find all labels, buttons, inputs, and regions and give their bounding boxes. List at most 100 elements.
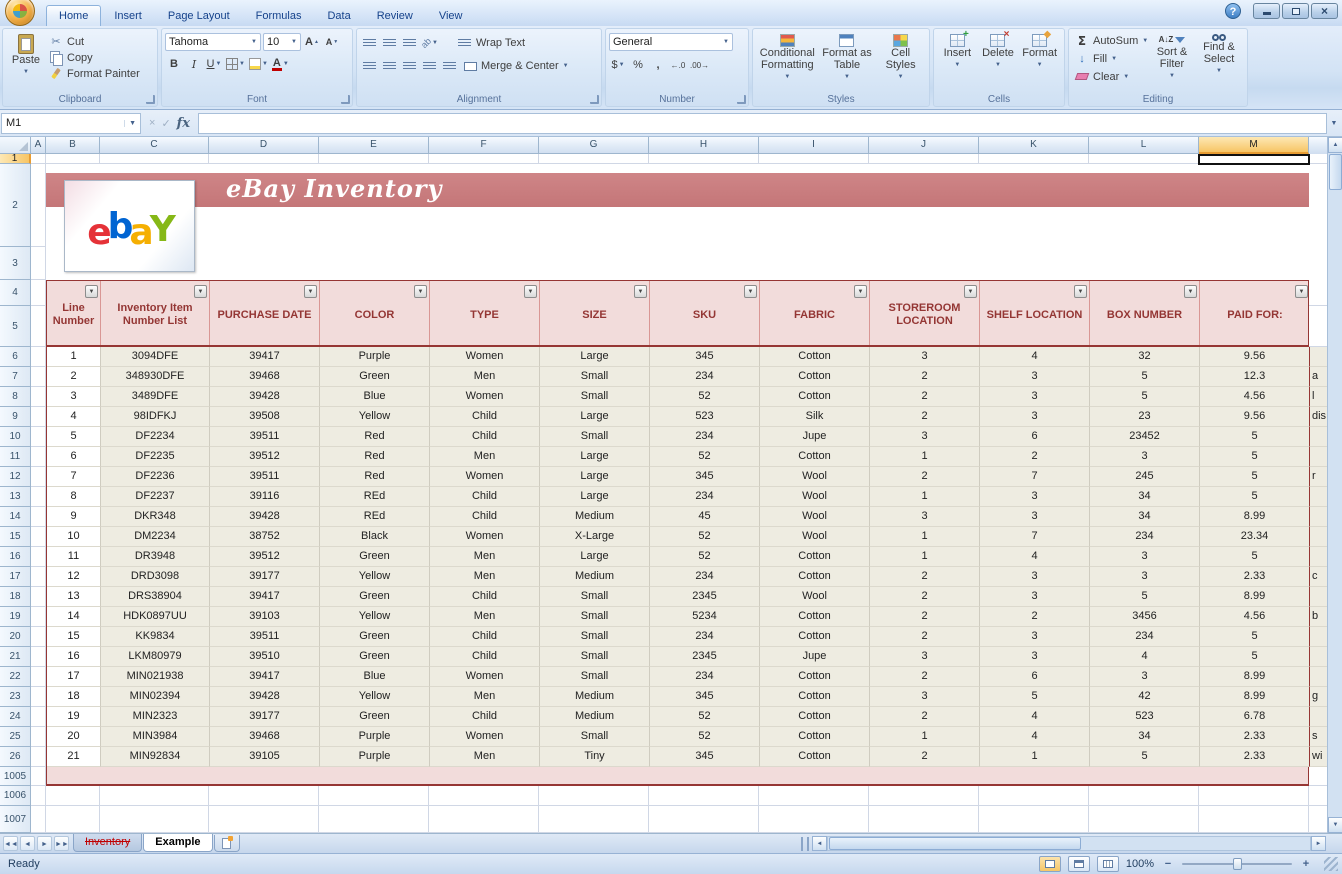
- ribbon-tab-page-layout[interactable]: Page Layout: [155, 6, 243, 26]
- shrink-font-button[interactable]: A▼: [323, 33, 341, 51]
- cell[interactable]: 10: [47, 527, 101, 547]
- row-header-5[interactable]: 5: [0, 306, 31, 347]
- cell[interactable]: 12: [47, 567, 101, 587]
- filter-dropdown-icon[interactable]: ▼: [304, 285, 317, 298]
- cell[interactable]: 234: [650, 567, 760, 587]
- cell[interactable]: 5: [1200, 447, 1310, 467]
- cell[interactable]: LKM80979: [101, 647, 210, 667]
- cell[interactable]: Red: [320, 427, 430, 447]
- cell[interactable]: 18: [47, 687, 101, 707]
- cell[interactable]: 234: [1090, 527, 1200, 547]
- vertical-scrollbar[interactable]: ▲ ▼: [1327, 137, 1342, 833]
- cell[interactable]: DF2237: [101, 487, 210, 507]
- row-header-17[interactable]: 17: [0, 567, 31, 587]
- cell[interactable]: Blue: [320, 667, 430, 687]
- selected-cell-m1[interactable]: [1198, 154, 1310, 165]
- cell[interactable]: 2.33: [1200, 747, 1310, 767]
- cell[interactable]: Green: [320, 647, 430, 667]
- cell[interactable]: Cotton: [760, 727, 870, 747]
- row-header-9[interactable]: 9: [0, 407, 31, 427]
- cell[interactable]: 17: [47, 667, 101, 687]
- cell[interactable]: 3: [870, 687, 980, 707]
- row-header-15[interactable]: 15: [0, 527, 31, 547]
- row-header-23[interactable]: 23: [0, 687, 31, 707]
- cell-note-overflow[interactable]: g: [1310, 687, 1327, 707]
- cell[interactable]: 3: [1090, 447, 1200, 467]
- cell[interactable]: Black: [320, 527, 430, 547]
- cell-note-overflow[interactable]: [1310, 707, 1327, 727]
- cell[interactable]: 98IDFKJ: [101, 407, 210, 427]
- row-header-7[interactable]: 7: [0, 367, 31, 387]
- cell[interactable]: 2.33: [1200, 727, 1310, 747]
- cell[interactable]: Cotton: [760, 347, 870, 367]
- currency-format-button[interactable]: $▼: [609, 56, 627, 74]
- cell[interactable]: Medium: [540, 567, 650, 587]
- cell[interactable]: 4: [1090, 647, 1200, 667]
- cell[interactable]: MIN92834: [101, 747, 210, 767]
- cell-note-overflow[interactable]: dis: [1310, 407, 1327, 427]
- cell-note-overflow[interactable]: [1310, 507, 1327, 527]
- column-header-a[interactable]: A: [31, 137, 46, 154]
- page-break-view-button[interactable]: [1097, 856, 1119, 872]
- normal-view-button[interactable]: [1039, 856, 1061, 872]
- cell[interactable]: 23: [1090, 407, 1200, 427]
- cell[interactable]: 5: [1090, 367, 1200, 387]
- cell[interactable]: 3: [870, 347, 980, 367]
- cell[interactable]: 9.56: [1200, 347, 1310, 367]
- cell[interactable]: Large: [540, 347, 650, 367]
- cell[interactable]: 234: [1090, 627, 1200, 647]
- select-all-corner[interactable]: [0, 137, 31, 154]
- zoom-out-button[interactable]: −: [1161, 858, 1175, 870]
- cell[interactable]: REd: [320, 487, 430, 507]
- cell[interactable]: 3: [980, 567, 1090, 587]
- cell[interactable]: Purple: [320, 727, 430, 747]
- font-size-select[interactable]: 10▼: [263, 33, 301, 51]
- table-header-paid-for[interactable]: ▼PAID FOR:: [1200, 281, 1310, 345]
- cell[interactable]: 39177: [210, 567, 320, 587]
- cell[interactable]: Child: [430, 627, 540, 647]
- cell-note-overflow[interactable]: wi: [1310, 747, 1327, 767]
- cell[interactable]: X-Large: [540, 527, 650, 547]
- cell[interactable]: Cotton: [760, 447, 870, 467]
- column-header-j[interactable]: J: [869, 137, 979, 154]
- cell[interactable]: 2: [870, 747, 980, 767]
- fill-color-button[interactable]: ▼: [248, 55, 269, 73]
- cell[interactable]: Wool: [760, 487, 870, 507]
- cell[interactable]: DRD3098: [101, 567, 210, 587]
- ribbon-tab-home[interactable]: Home: [46, 5, 101, 27]
- cell[interactable]: 345: [650, 467, 760, 487]
- column-header-d[interactable]: D: [209, 137, 319, 154]
- cell[interactable]: Medium: [540, 687, 650, 707]
- row-header-21[interactable]: 21: [0, 647, 31, 667]
- table-header-box-number[interactable]: ▼BOX NUMBER: [1090, 281, 1200, 345]
- cell[interactable]: 3: [980, 647, 1090, 667]
- cell[interactable]: 2: [980, 607, 1090, 627]
- cell[interactable]: Green: [320, 587, 430, 607]
- cell[interactable]: 345: [650, 347, 760, 367]
- column-header-l[interactable]: L: [1089, 137, 1199, 154]
- filter-dropdown-icon[interactable]: ▼: [1295, 285, 1308, 298]
- cell[interactable]: 52: [650, 447, 760, 467]
- cell[interactable]: 5: [980, 687, 1090, 707]
- row-header-19[interactable]: 19: [0, 607, 31, 627]
- cell[interactable]: DF2235: [101, 447, 210, 467]
- cell[interactable]: Child: [430, 587, 540, 607]
- row-header-1005[interactable]: 1005: [0, 767, 31, 786]
- cell[interactable]: 5: [1090, 587, 1200, 607]
- cell[interactable]: 6: [980, 427, 1090, 447]
- cell[interactable]: Child: [430, 427, 540, 447]
- bold-button[interactable]: B: [165, 55, 183, 73]
- cell[interactable]: 45: [650, 507, 760, 527]
- cell[interactable]: 234: [650, 367, 760, 387]
- cell[interactable]: 5: [1200, 647, 1310, 667]
- cell[interactable]: Red: [320, 447, 430, 467]
- restore-button[interactable]: [1282, 3, 1309, 19]
- cell-note-overflow[interactable]: [1310, 587, 1327, 607]
- cell[interactable]: 3489DFE: [101, 387, 210, 407]
- cell[interactable]: 523: [1090, 707, 1200, 727]
- cell[interactable]: Blue: [320, 387, 430, 407]
- cell[interactable]: 5: [1090, 387, 1200, 407]
- cell[interactable]: 39468: [210, 367, 320, 387]
- insert-worksheet-button[interactable]: [214, 835, 240, 852]
- cell[interactable]: 32: [1090, 347, 1200, 367]
